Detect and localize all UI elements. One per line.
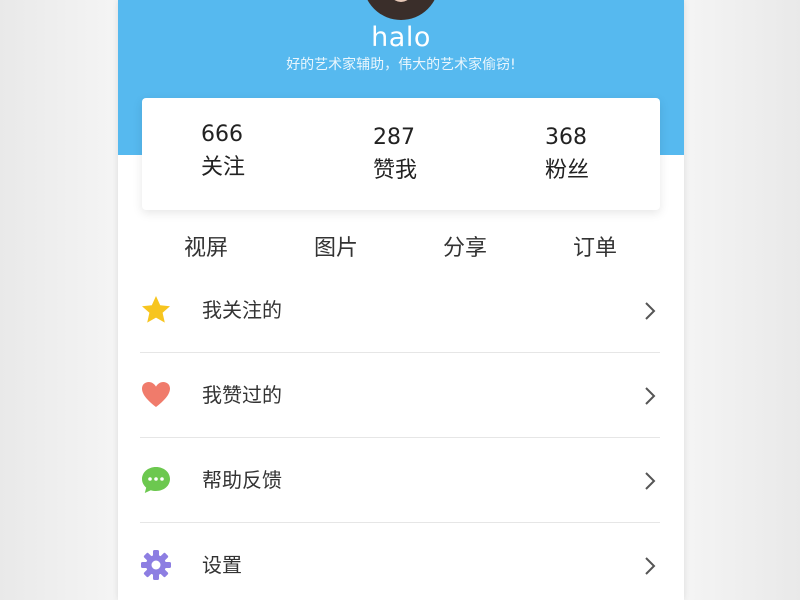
stat-following[interactable]: 666 关注 (201, 120, 281, 184)
menu-item-liked[interactable]: 我赞过的 (140, 353, 660, 437)
star-icon (142, 296, 170, 323)
menu-item-label: 我关注的 (202, 298, 282, 322)
stat-label: 关注 (201, 155, 246, 180)
stat-likes[interactable]: 287 赞我 (373, 123, 453, 187)
username: halo (371, 22, 431, 53)
stat-label: 粉丝 (545, 158, 590, 183)
tab-share[interactable]: 分享 (405, 228, 525, 270)
menu-item-settings[interactable]: 设置 (140, 523, 660, 600)
stat-fans[interactable]: 368 粉丝 (545, 123, 625, 187)
stat-label: 赞我 (373, 158, 418, 183)
stats-card: 666 关注 287 赞我 368 粉丝 (142, 98, 660, 210)
menu-item-help-feedback[interactable]: 帮助反馈 (140, 438, 660, 522)
gear-icon (141, 550, 171, 580)
heart-icon (142, 382, 170, 407)
tab-orders[interactable]: 订单 (535, 228, 655, 270)
chevron-right-icon (645, 387, 656, 405)
menu-item-label: 帮助反馈 (202, 468, 282, 492)
stat-value: 287 (373, 125, 415, 150)
tab-images[interactable]: 图片 (276, 228, 396, 270)
content-tabs: 视屏 图片 分享 订单 (118, 228, 684, 272)
menu-item-label: 我赞过的 (202, 383, 282, 407)
chevron-right-icon (645, 557, 656, 575)
menu-item-label: 设置 (202, 553, 242, 577)
stat-value: 666 (201, 122, 243, 147)
tab-videos[interactable]: 视屏 (146, 228, 266, 270)
stat-value: 368 (545, 125, 587, 150)
chat-bubble-icon (142, 467, 170, 493)
avatar[interactable] (363, 0, 439, 20)
avatar-face (385, 0, 417, 2)
profile-screen: halo 好的艺术家辅助，伟大的艺术家偷窃! 666 关注 287 赞我 368… (118, 0, 684, 600)
user-motto: 好的艺术家辅助，伟大的艺术家偷窃! (286, 57, 516, 73)
chevron-right-icon (645, 472, 656, 490)
chevron-right-icon (645, 302, 656, 320)
menu-item-following[interactable]: 我关注的 (140, 268, 660, 352)
